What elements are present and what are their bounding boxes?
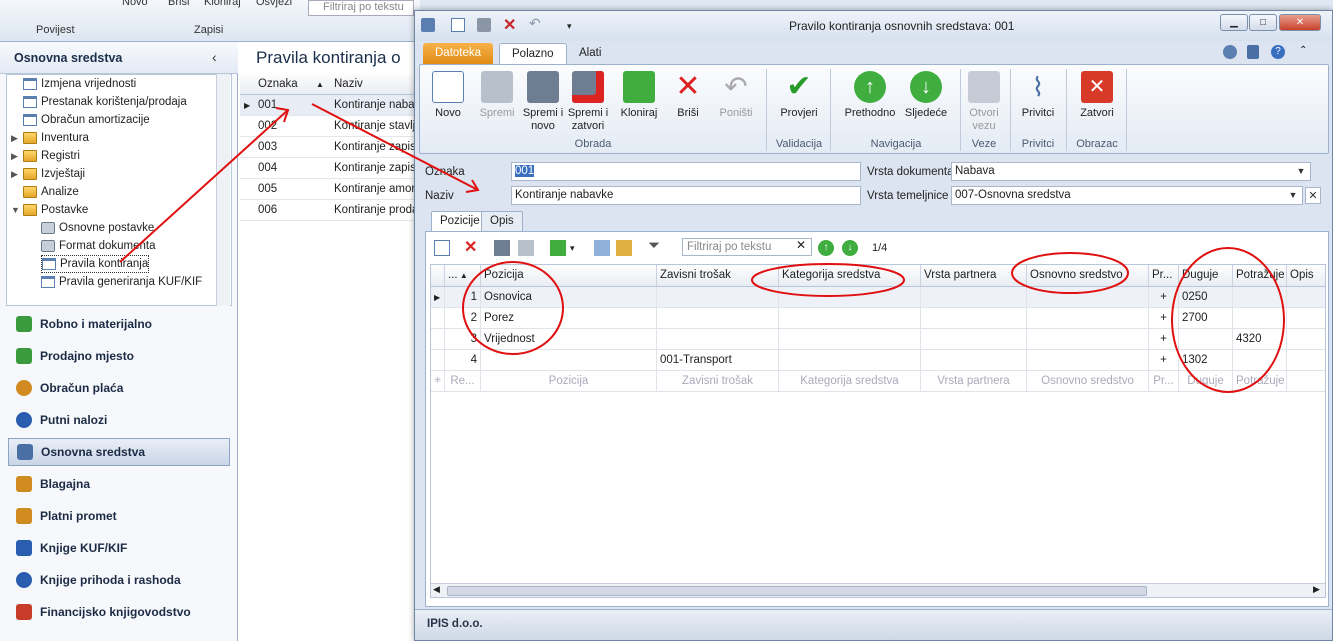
annotation-arrow-to-row bbox=[119, 109, 289, 263]
annotation-circle-kategorija bbox=[751, 263, 905, 297]
annotation-circle-duguje-potrazuje bbox=[1171, 247, 1285, 393]
annotation-circle-pozicija bbox=[462, 261, 564, 355]
annotation-overlay bbox=[119, 103, 1285, 393]
annotation-circle-sredstvo bbox=[1011, 252, 1129, 294]
annotation-arrow-to-naziv bbox=[311, 103, 479, 191]
